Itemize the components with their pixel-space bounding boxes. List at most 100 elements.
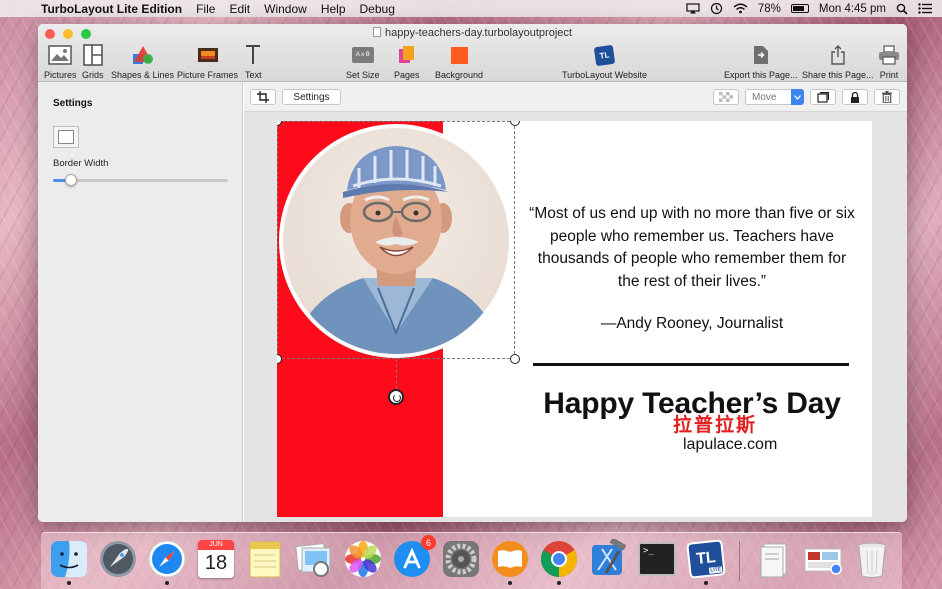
xcode-icon [592, 537, 627, 575]
share-icon [831, 45, 845, 65]
menu-window[interactable]: Window [264, 2, 307, 16]
menu-debug[interactable]: Debug [360, 2, 395, 16]
dock-preview[interactable] [294, 539, 334, 579]
export-page-button[interactable]: Export this Page... [724, 42, 798, 80]
pages-icon [398, 46, 414, 63]
battery-percent: 78% [757, 2, 781, 15]
grids-icon [82, 44, 103, 66]
dock-system-preferences[interactable] [441, 539, 481, 579]
finder-icon [51, 541, 87, 577]
lock-button[interactable] [842, 89, 868, 105]
spotlight-search-icon[interactable] [896, 3, 908, 15]
dock-terminal[interactable]: >_ [637, 539, 677, 579]
running-indicator [508, 581, 512, 585]
running-indicator [704, 581, 708, 585]
dock-xcode[interactable] [588, 537, 628, 579]
watermark-chinese: 拉普拉斯 [673, 414, 758, 436]
resize-handle-top-right[interactable] [510, 121, 520, 126]
canvas-area: Settings Move “Most of us end up with no… [244, 82, 907, 522]
dock-launchpad[interactable] [98, 539, 138, 579]
dock-safari[interactable] [147, 539, 187, 585]
print-button[interactable]: Print [878, 42, 900, 80]
menu-edit[interactable]: Edit [229, 2, 250, 16]
design-page[interactable]: “Most of us end up with no more than fiv… [277, 121, 872, 517]
dock-calendar[interactable]: JUN 18 [196, 539, 236, 579]
move-select[interactable]: Move [745, 89, 804, 105]
app-menu[interactable]: TurboLayout Lite Edition [41, 2, 182, 16]
export-icon [753, 46, 768, 64]
airplay-icon[interactable] [686, 3, 700, 14]
dock-documents-folder[interactable] [755, 539, 795, 579]
pages-button[interactable]: Pages [394, 42, 420, 80]
ibooks-icon [492, 541, 528, 577]
sidebar-title: Settings [53, 98, 93, 109]
set-size-button[interactable]: A x B Set Size [346, 42, 380, 80]
wifi-icon[interactable] [733, 3, 748, 14]
notes-icon [249, 541, 281, 578]
dock-chrome[interactable] [539, 539, 579, 585]
background-button[interactable]: Background [435, 42, 483, 80]
app-store-badge: 6 [421, 535, 436, 550]
preview-icon [295, 543, 331, 577]
dock-trash[interactable] [852, 539, 892, 579]
running-indicator [67, 581, 71, 585]
notification-center-icon[interactable] [918, 3, 932, 14]
gear-icon [443, 541, 479, 577]
app-window: happy-teachers-day.turbolayoutproject Pi… [38, 24, 907, 522]
menu-help[interactable]: Help [321, 2, 346, 16]
dock-app-store[interactable]: 6 [392, 535, 436, 579]
printer-icon [879, 45, 899, 65]
dock-divider [739, 541, 740, 581]
clock[interactable]: Mon 4:45 pm [819, 3, 886, 15]
quote-text[interactable]: “Most of us end up with no more than fiv… [527, 203, 857, 293]
share-page-button[interactable]: Share this Page... [802, 42, 874, 80]
border-style-swatch[interactable] [53, 126, 79, 148]
turbolayout-website-button[interactable]: TL TurboLayout Website [562, 42, 647, 80]
lock-icon [851, 91, 859, 103]
chrome-icon [540, 541, 578, 577]
dock-photos[interactable] [343, 539, 383, 579]
delete-button[interactable] [874, 89, 900, 105]
border-width-slider[interactable] [53, 174, 228, 186]
set-size-icon: A x B [351, 47, 374, 63]
text-icon [246, 45, 261, 64]
dock-finder[interactable] [49, 539, 89, 585]
divider-line[interactable] [533, 363, 849, 366]
shapes-lines-button[interactable]: Shapes & Lines [111, 42, 174, 80]
quote-author[interactable]: —Andy Rooney, Journalist [527, 315, 857, 333]
picture-frame-icon [197, 48, 218, 62]
text-button[interactable]: Text [245, 42, 262, 80]
crop-icon [257, 91, 269, 103]
arrange-button[interactable] [810, 89, 836, 105]
battery-icon[interactable] [790, 4, 809, 13]
dock-ibooks[interactable] [490, 539, 530, 585]
checkerboard-icon [719, 92, 733, 102]
border-width-label: Border Width [53, 158, 109, 169]
resize-handle-bottom-right[interactable] [510, 354, 520, 364]
running-indicator [165, 581, 169, 585]
transparency-button[interactable] [713, 89, 739, 105]
trash-icon [882, 91, 892, 103]
photo-stack-icon [804, 548, 842, 575]
document-stack-icon [760, 543, 787, 578]
editing-toolbar: Settings Move [244, 82, 907, 112]
grids-button[interactable]: Grids [82, 42, 104, 80]
dock-notes[interactable] [245, 539, 285, 579]
running-indicator [557, 581, 561, 585]
rotation-handle-icon[interactable] [388, 389, 404, 405]
terminal-icon: >_ [638, 542, 676, 576]
dock-turbolayout[interactable]: TL LITE [686, 539, 726, 585]
border-width-slider-knob[interactable] [64, 174, 77, 186]
settings-sidebar: Settings Border Width [38, 82, 243, 522]
calendar-icon: JUN 18 [198, 540, 234, 578]
menu-file[interactable]: File [196, 2, 215, 16]
time-machine-icon[interactable] [710, 2, 723, 15]
dock: JUN 18 6 >_ TL LITE [41, 532, 902, 589]
settings-button[interactable]: Settings [282, 89, 341, 105]
dock-photo-stack[interactable] [803, 539, 843, 579]
safari-compass-icon [148, 540, 186, 578]
picture-frames-button[interactable]: Picture Frames [177, 42, 238, 80]
pictures-button[interactable]: Pictures [44, 42, 77, 80]
menu-bar: TurboLayout Lite Edition File Edit Windo… [0, 0, 942, 17]
crop-button[interactable] [250, 89, 276, 105]
